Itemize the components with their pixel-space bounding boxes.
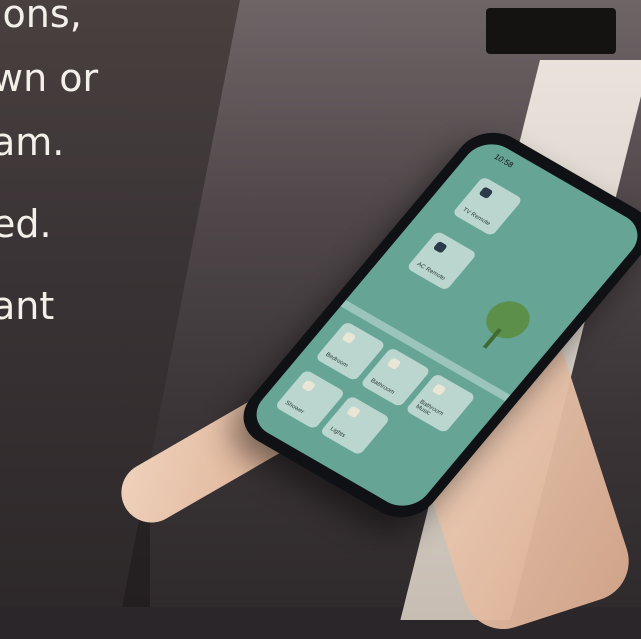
- tile-label: Bedroom: [323, 352, 349, 369]
- bulb-icon: [341, 331, 357, 345]
- status-time: 10:58: [492, 152, 516, 170]
- tile-tv-remote[interactable]: TV Remote: [451, 176, 524, 237]
- plant-image: [450, 280, 556, 369]
- tile-ac-remote[interactable]: AC Remote: [406, 230, 478, 291]
- caption-line-5: ant: [0, 284, 55, 328]
- tile-label: Lights: [328, 426, 347, 439]
- caption-line-2: wn or: [0, 56, 99, 100]
- caption-line-1: ions,: [0, 0, 82, 36]
- status-bar: 10:58: [492, 152, 515, 169]
- caption-line-4: ed.: [0, 202, 52, 246]
- tile-label: Bathroom Music: [414, 399, 445, 418]
- caption-line-3: am.: [0, 120, 65, 164]
- bulb-icon: [386, 357, 402, 371]
- tile-label: Shower: [283, 400, 306, 416]
- caption-text: ions, wn or am. ed. ant: [0, 0, 98, 338]
- tile-label: Bathroom: [368, 378, 396, 396]
- tv-icon: [478, 186, 494, 200]
- tile-label: TV Remote: [460, 207, 492, 227]
- shower-icon: [300, 379, 317, 393]
- oven-display: [486, 8, 616, 54]
- plant-icon: [482, 301, 530, 349]
- ac-icon: [432, 240, 448, 254]
- tile-label: AC Remote: [415, 261, 447, 282]
- music-icon: [431, 383, 447, 397]
- bulb-icon: [345, 405, 362, 419]
